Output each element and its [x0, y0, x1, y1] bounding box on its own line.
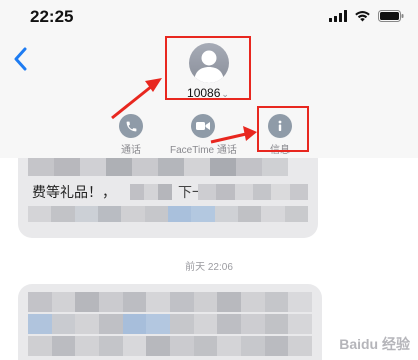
back-button[interactable] — [8, 42, 32, 76]
info-highlight-box — [257, 106, 309, 152]
battery-icon — [378, 10, 404, 22]
blurred-content — [130, 184, 172, 200]
blurred-content — [28, 336, 312, 356]
contact-name-row[interactable]: 10086⌄ — [167, 86, 249, 100]
chevron-left-icon — [14, 47, 27, 71]
status-icons — [329, 10, 404, 22]
message-bubble — [18, 284, 322, 360]
call-label: 通话 — [121, 145, 141, 156]
facetime-action[interactable]: FaceTime 通话 — [170, 114, 237, 156]
message-timestamp: 前天 22:06 — [185, 262, 233, 273]
avatar[interactable] — [189, 43, 229, 83]
status-time: 22:25 — [30, 7, 74, 26]
blurred-content — [28, 292, 312, 312]
blurred-content — [198, 184, 308, 200]
message-list[interactable]: 费等礼品！， 下一 前天 22:06 Baidu 经验 — [0, 158, 418, 360]
message-text: 费等礼品！， — [32, 184, 116, 200]
phone-icon — [119, 114, 143, 138]
wifi-icon — [355, 11, 370, 22]
contact-name: 10086 — [187, 86, 221, 100]
contact-card[interactable]: 10086⌄ — [165, 36, 251, 100]
blurred-content — [28, 158, 288, 176]
facetime-label: FaceTime 通话 — [170, 145, 237, 156]
blurred-content — [28, 314, 312, 334]
blurred-content — [28, 206, 308, 222]
message-bubble: 费等礼品！， 下一 — [18, 158, 318, 238]
baidu-watermark: Baidu 经验 — [339, 336, 410, 352]
status-bar: 22:25 — [0, 0, 418, 36]
call-action[interactable]: 通话 — [119, 114, 143, 156]
signal-icon — [329, 10, 347, 22]
video-camera-icon — [191, 114, 216, 138]
chevron-down-icon: ⌄ — [221, 89, 229, 99]
conversation-header: 10086⌄ 通话 FaceTime 通话 信息 — [0, 36, 418, 159]
person-icon — [194, 50, 224, 83]
